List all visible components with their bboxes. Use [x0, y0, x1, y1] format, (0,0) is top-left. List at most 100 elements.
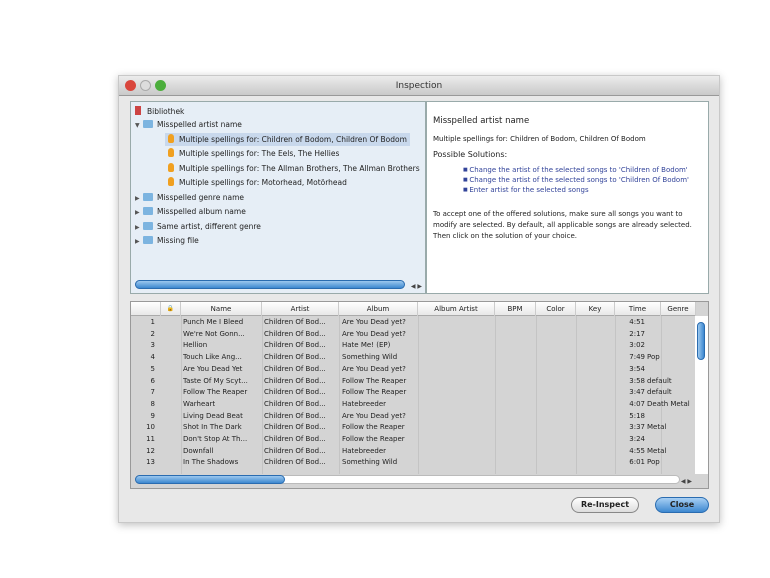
- tree-issue-item[interactable]: Multiple spellings for: Children of Bodo…: [165, 132, 410, 146]
- warning-bulb-icon: [168, 148, 174, 157]
- close-button[interactable]: Close: [655, 497, 709, 513]
- table-row[interactable]: 12 Downfall Children Of Bod... Hatebreeder 4…: [131, 446, 695, 458]
- track-album: Hatebreeder: [342, 446, 387, 455]
- table-row[interactable]: 4 Touch Like Ang... Children Of Bod... Some…: [131, 352, 695, 364]
- instructions-text: To accept one of the offered solutions, …: [433, 210, 692, 240]
- table-row[interactable]: 1 Punch Me I Bleed Children Of Bod... Are Y…: [131, 317, 695, 329]
- track-name: Living Dead Beat: [183, 411, 243, 420]
- track-time: 7:49: [629, 353, 645, 362]
- column-header[interactable]: Genre: [661, 302, 696, 316]
- track-artist: Children Of Bod...: [264, 446, 326, 455]
- tree-group[interactable]: ▶ Same artist, different genre: [135, 220, 261, 233]
- column-header[interactable]: BPM: [495, 302, 536, 316]
- tree-group[interactable]: ▼ Misspelled artist name: [135, 118, 242, 131]
- track-album: Follow The Reaper: [342, 388, 407, 397]
- track-name: We're Not Gonn...: [183, 329, 245, 338]
- table-row[interactable]: 9 Living Dead Beat Children Of Bod... Are Y…: [131, 411, 695, 423]
- column-header[interactable]: Time: [615, 302, 661, 316]
- track-name: Hellion: [183, 341, 208, 350]
- track-artist: Children Of Bod...: [264, 388, 326, 397]
- table-row[interactable]: 3 Hellion Children Of Bod... Hate Me! (EP) 3…: [131, 340, 695, 352]
- scroll-arrows-icon[interactable]: ◀ ▶: [681, 478, 692, 485]
- track-genre: Metal: [647, 446, 667, 455]
- tree-scroll-thumb[interactable]: [135, 280, 405, 289]
- column-header[interactable]: Color: [536, 302, 576, 316]
- track-name: Don't Stop At Th...: [183, 435, 248, 443]
- track-number: 4: [150, 353, 155, 362]
- track-number: 1: [150, 318, 155, 326]
- solution-link[interactable]: Enter artist for the selected songs: [463, 186, 702, 195]
- column-header[interactable]: [131, 302, 161, 316]
- track-genre: Pop: [647, 353, 660, 362]
- warning-bulb-icon: [168, 177, 174, 186]
- tree-root[interactable]: Bibliothek: [135, 105, 184, 118]
- disclosure-open-icon[interactable]: ▼: [135, 119, 143, 132]
- track-artist: Children Of Bod...: [264, 435, 326, 443]
- track-album: Are You Dead yet?: [342, 318, 406, 326]
- column-header[interactable]: Artist: [262, 302, 339, 316]
- column-header[interactable]: Name: [181, 302, 262, 316]
- disclosure-closed-icon[interactable]: ▶: [135, 192, 143, 205]
- tree-root-label: Bibliothek: [147, 107, 185, 116]
- tree-group-label: Misspelled album name: [157, 207, 246, 216]
- track-time: 4:51: [629, 318, 645, 326]
- table-row[interactable]: 13 In The Shadows Children Of Bod... Someth…: [131, 457, 695, 469]
- disclosure-closed-icon[interactable]: ▶: [135, 206, 143, 219]
- issue-subtitle: Multiple spellings for: Children of Bodo…: [433, 135, 646, 143]
- track-artist: Children Of Bod...: [264, 341, 326, 350]
- track-artist: Children Of Bod...: [264, 376, 326, 385]
- table-row[interactable]: 6 Taste Of My Scyt... Children Of Bod... Fo…: [131, 376, 695, 388]
- track-name: In The Shadows: [183, 458, 239, 467]
- tree-group[interactable]: ▶ Misspelled album name: [135, 205, 246, 218]
- disclosure-closed-icon[interactable]: ▶: [135, 235, 143, 248]
- track-album: Hatebreeder: [342, 399, 387, 408]
- warning-bulb-icon: [168, 162, 174, 172]
- table-row[interactable]: 11 Don't Stop At Th... Children Of Bod... F…: [131, 434, 695, 446]
- track-time: 3:02: [629, 341, 645, 350]
- track-artist: Children Of Bod...: [264, 353, 326, 362]
- table-row[interactable]: 2 We're Not Gonn... Children Of Bod... Are …: [131, 329, 695, 341]
- track-album: Something Wild: [342, 353, 398, 362]
- column-header[interactable]: Album Artist: [418, 302, 495, 316]
- track-album: Follow the Reaper: [342, 423, 405, 432]
- table-row[interactable]: 10 Shot In The Dark Children Of Bod... Foll…: [131, 422, 695, 434]
- issue-title: Misspelled artist name: [433, 116, 530, 126]
- track-time: 3:24: [629, 435, 645, 443]
- zoom-window-icon[interactable]: [155, 80, 166, 91]
- tree-group[interactable]: ▶ Missing file: [135, 234, 199, 247]
- table-hscroll-thumb[interactable]: [135, 475, 285, 484]
- table-row[interactable]: 7 Follow The Reaper Children Of Bod... Foll…: [131, 387, 695, 399]
- minimize-window-icon[interactable]: [140, 80, 151, 91]
- solution-link[interactable]: Change the artist of the selected songs …: [463, 176, 702, 185]
- track-album: Are You Dead yet?: [342, 364, 406, 373]
- lock-icon[interactable]: 🔒: [161, 302, 181, 316]
- library-icon: [135, 106, 141, 115]
- inspection-window: Inspection ◀ ▶ Bibliothek ▼ Misspelled art…: [118, 75, 720, 523]
- track-genre: default: [647, 376, 672, 385]
- track-name: Are You Dead Yet: [183, 364, 243, 373]
- tree-group-label: Misspelled genre name: [157, 192, 244, 202]
- track-number: 8: [150, 399, 155, 408]
- table-scroll-thumb[interactable]: [697, 322, 705, 360]
- track-time: 2:17: [629, 329, 645, 338]
- column-header[interactable]: Key: [576, 302, 615, 316]
- track-number: 3: [150, 341, 155, 350]
- track-number: 12: [146, 446, 155, 455]
- track-genre: Metal: [647, 423, 667, 432]
- issue-details: Misspelled artist name Multiple spelling…: [426, 101, 709, 294]
- table-row[interactable]: 5 Are You Dead Yet Children Of Bod... Are Y…: [131, 364, 695, 376]
- table-row[interactable]: 8 Warheart Children Of Bod... Hatebreeder 4:…: [131, 399, 695, 411]
- tree-issue-item[interactable]: Multiple spellings for: Motorhead, Motör…: [165, 176, 350, 189]
- reinspect-button[interactable]: Re-Inspect: [571, 497, 639, 513]
- track-number: 9: [150, 411, 155, 420]
- track-time: 4:07: [629, 399, 645, 408]
- close-window-icon[interactable]: [125, 80, 136, 91]
- column-header[interactable]: Album: [339, 302, 418, 316]
- tree-issue-item[interactable]: Multiple spellings for: The Allman Broth…: [165, 162, 423, 175]
- track-time: 3:47: [629, 388, 645, 397]
- scroll-arrows-icon[interactable]: ◀ ▶: [411, 283, 422, 290]
- solution-link[interactable]: Change the artist of the selected songs …: [463, 166, 702, 175]
- tree-issue-item[interactable]: Multiple spellings for: The Eels, The He…: [165, 147, 342, 160]
- tree-group[interactable]: ▶ Misspelled genre name: [135, 191, 244, 204]
- disclosure-closed-icon[interactable]: ▶: [135, 221, 143, 234]
